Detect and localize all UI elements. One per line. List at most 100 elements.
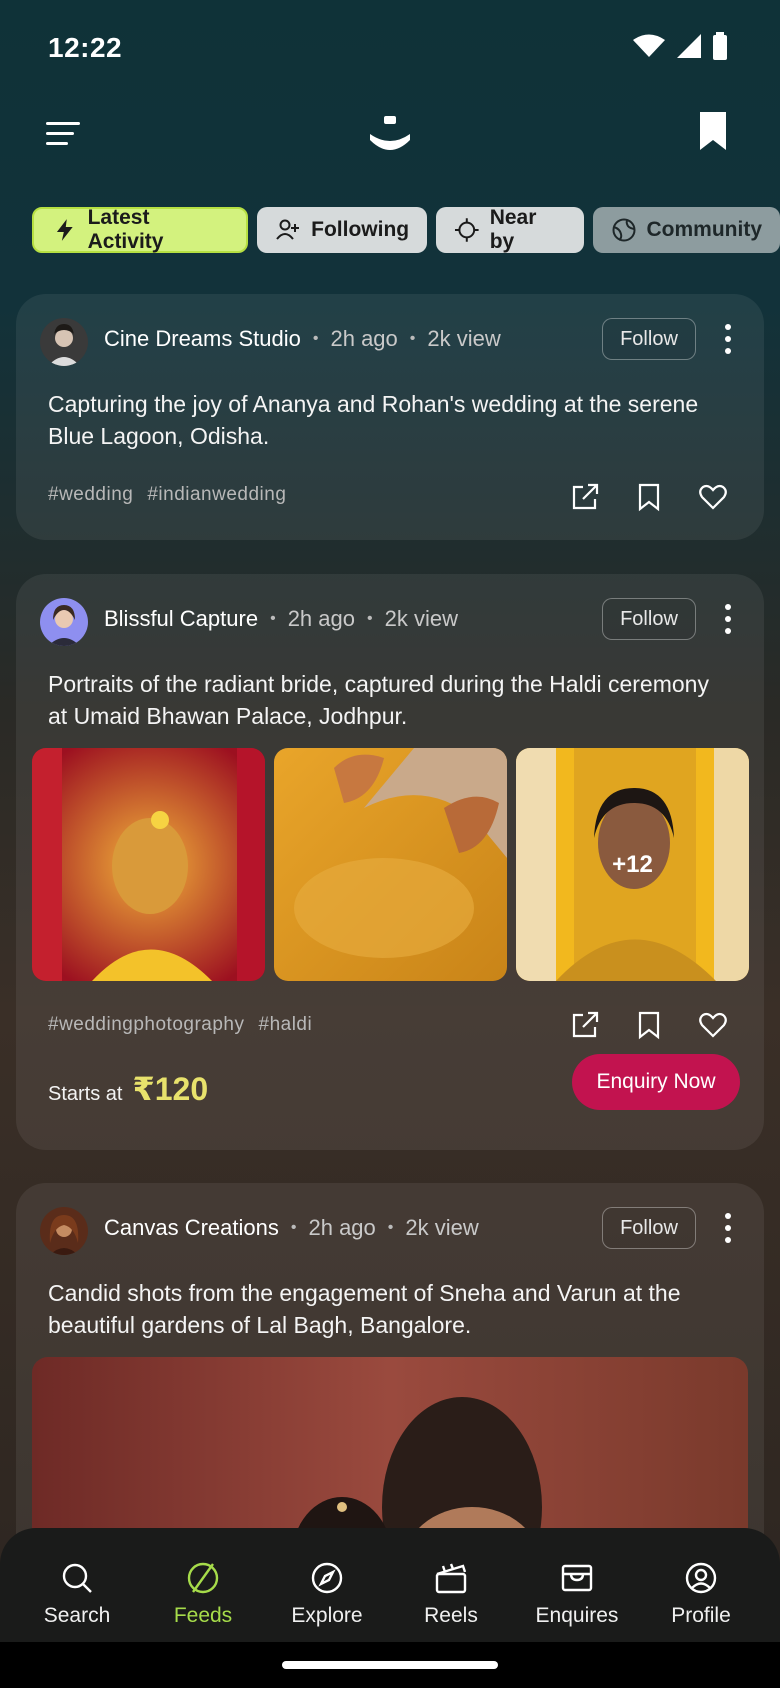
inbox-icon — [561, 1564, 593, 1592]
follow-button[interactable]: Follow — [602, 598, 696, 640]
status-icons — [632, 32, 728, 60]
app-logo — [370, 116, 410, 150]
more-options-icon[interactable] — [716, 1211, 740, 1245]
share-icon[interactable] — [570, 1010, 600, 1040]
gallery-photo-more[interactable]: +12 — [516, 748, 749, 981]
separator-dot: • — [409, 330, 416, 347]
globe-icon — [612, 218, 635, 242]
nav-label: Reels — [424, 1604, 478, 1627]
filter-label: Near by — [489, 206, 537, 253]
follow-button[interactable]: Follow — [602, 318, 696, 360]
separator-dot: • — [366, 610, 373, 627]
hashtag[interactable]: #haldi — [259, 1014, 313, 1036]
post-caption: Capturing the joy of Ananya and Rohan's … — [48, 391, 699, 449]
lightning-icon — [56, 219, 73, 241]
gallery-photo[interactable] — [32, 748, 265, 981]
nav-label: Search — [43, 1604, 111, 1627]
signal-icon — [677, 34, 701, 58]
nav-label: Enquires — [535, 1604, 619, 1627]
nav-reels[interactable]: Reels — [396, 1560, 506, 1628]
author-name[interactable]: Blissful Capture — [104, 606, 258, 632]
follow-button[interactable]: Follow — [602, 1207, 696, 1249]
post-header: Blissful Capture • 2h ago • 2k view Foll… — [40, 598, 740, 648]
post-caption: Candid shots from the engagement of Sneh… — [48, 1280, 681, 1338]
author-name[interactable]: Cine Dreams Studio — [104, 326, 301, 352]
gallery-photo[interactable] — [274, 748, 507, 981]
price-label: Starts at — [48, 1083, 123, 1105]
author-info: Blissful Capture • 2h ago • 2k view — [104, 606, 458, 632]
separator-dot: • — [312, 330, 319, 347]
post-views: 2k view — [427, 326, 501, 351]
filter-following[interactable]: Following — [257, 207, 428, 253]
more-options-icon[interactable] — [716, 322, 740, 356]
filter-label: Community — [646, 218, 763, 241]
heart-icon[interactable] — [698, 482, 728, 512]
app-header — [0, 100, 780, 180]
nav-label: Feeds — [173, 1604, 233, 1627]
author-name[interactable]: Canvas Creations — [104, 1215, 279, 1241]
nav-label: Explore — [291, 1604, 363, 1627]
post-tags: #wedding #indianwedding — [48, 484, 286, 506]
nav-enquires[interactable]: Enquires — [522, 1560, 632, 1628]
filter-label: Latest Activity — [87, 206, 164, 253]
post-card: Canvas Creations • 2h ago • 2k view Foll… — [16, 1183, 764, 1583]
hashtag[interactable]: #indianwedding — [147, 484, 286, 506]
post-time: 2h ago — [330, 326, 398, 351]
search-icon — [62, 1563, 92, 1593]
price-value: ₹120 — [132, 1071, 209, 1107]
status-time: 12:22 — [48, 32, 123, 63]
more-options-icon[interactable] — [716, 602, 740, 636]
feeds-icon — [187, 1562, 219, 1594]
post-card: Cine Dreams Studio • 2h ago • 2k view Fo… — [16, 294, 764, 540]
nav-label: Profile — [671, 1604, 731, 1627]
post-time: 2h ago — [308, 1215, 376, 1240]
photo-gallery: +12 — [32, 748, 749, 981]
enquiry-button[interactable]: Enquiry Now — [572, 1054, 740, 1110]
user-plus-icon — [276, 219, 300, 240]
post-views: 2k view — [384, 606, 458, 631]
nav-profile[interactable]: Profile — [646, 1560, 756, 1628]
filter-community[interactable]: Community — [592, 207, 780, 253]
filter-near-by[interactable]: Near by — [436, 206, 584, 253]
post-caption: Portraits of the radiant bride, captured… — [48, 671, 709, 729]
menu-icon[interactable] — [44, 114, 84, 154]
separator-dot: • — [290, 1219, 297, 1236]
price-row: Starts at ₹120 — [48, 1070, 208, 1108]
more-photos-count: +12 — [612, 850, 653, 878]
post-views: 2k view — [405, 1215, 479, 1240]
wifi-icon — [633, 34, 665, 57]
bookmark-icon[interactable] — [696, 110, 730, 152]
crosshair-icon — [455, 218, 479, 242]
post-header: Canvas Creations • 2h ago • 2k view Foll… — [40, 1207, 740, 1257]
post-actions — [570, 482, 728, 512]
compass-icon — [311, 1562, 343, 1594]
avatar[interactable] — [40, 598, 88, 646]
bookmark-icon[interactable] — [634, 1010, 664, 1040]
separator-dot: • — [270, 610, 276, 627]
clapper-icon — [435, 1563, 467, 1594]
filter-latest-activity[interactable]: Latest Activity — [32, 206, 249, 253]
post-actions — [570, 1010, 728, 1040]
heart-icon[interactable] — [698, 1010, 728, 1040]
post-tags: #weddingphotography #haldi — [48, 1014, 312, 1036]
home-indicator[interactable] — [282, 1661, 498, 1669]
bookmark-icon[interactable] — [634, 482, 664, 512]
nav-feeds[interactable]: Feeds — [148, 1560, 258, 1628]
profile-icon — [685, 1562, 717, 1594]
share-icon[interactable] — [570, 482, 600, 512]
bottom-navigation: Search Feeds Explore Reels Enquires Prof… — [0, 1528, 780, 1642]
nav-explore[interactable]: Explore — [272, 1560, 382, 1628]
filter-bar: Latest Activity Following Near by Commun… — [32, 206, 780, 253]
hashtag[interactable]: #weddingphotography — [48, 1014, 245, 1036]
post-card: Blissful Capture • 2h ago • 2k view Foll… — [16, 574, 764, 1150]
nav-search[interactable]: Search — [22, 1560, 132, 1628]
post-header: Cine Dreams Studio • 2h ago • 2k view Fo… — [40, 318, 740, 368]
author-info: Canvas Creations • 2h ago • 2k view — [104, 1215, 479, 1241]
hashtag[interactable]: #wedding — [48, 484, 133, 506]
author-info: Cine Dreams Studio • 2h ago • 2k view — [104, 326, 501, 352]
post-time: 2h ago — [287, 606, 355, 631]
separator-dot: • — [387, 1219, 394, 1236]
battery-icon — [713, 32, 727, 60]
avatar[interactable] — [40, 318, 88, 366]
avatar[interactable] — [40, 1207, 88, 1255]
